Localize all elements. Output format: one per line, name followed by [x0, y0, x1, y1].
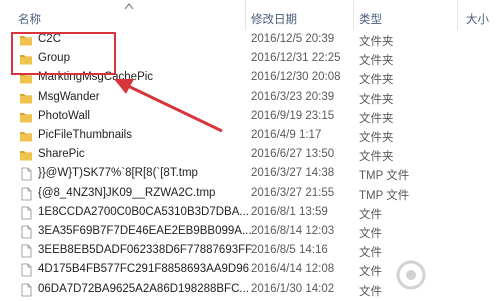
- file-icon: [19, 187, 33, 201]
- file-row[interactable]: MsgWander 2016/3/23 20:39 文件夹: [0, 88, 500, 108]
- folder-icon: [19, 148, 33, 162]
- file-icon: [19, 167, 33, 181]
- file-row[interactable]: }}@W}T)SK77%`8[R[8(`[8T.tmp 2016/3/27 14:…: [0, 164, 500, 184]
- file-icon: [19, 225, 33, 239]
- folder-icon: [19, 110, 33, 124]
- file-row[interactable]: 3EA35F69B7F7DE46EAE2EB9BB099A... 2016/8/1…: [0, 222, 500, 242]
- file-name: Group: [38, 52, 70, 65]
- column-header-type[interactable]: 类型: [359, 11, 382, 27]
- file-name: 3EA35F69B7F7DE46EAE2EB9BB099A...: [38, 225, 252, 237]
- file-row[interactable]: 4D175B4FB577FC291F8858693AA9D96 2016/4/14…: [0, 260, 500, 280]
- column-divider[interactable]: [457, 0, 458, 30]
- column-header-bar: 名称 修改日期 类型 大小: [0, 0, 500, 30]
- file-date: 2016/8/5 14:16: [251, 244, 328, 257]
- file-date: 2016/12/30 20:08: [251, 71, 341, 84]
- folder-icon: [19, 52, 33, 66]
- file-type: 文件夹: [359, 112, 394, 125]
- file-row[interactable]: C2C 2016/12/5 20:39 文件夹: [0, 30, 500, 50]
- column-header-name[interactable]: 名称: [18, 11, 41, 27]
- file-type: 文件夹: [359, 74, 394, 87]
- column-header-date[interactable]: 修改日期: [251, 11, 297, 27]
- file-date: 2016/12/5 20:39: [251, 33, 335, 45]
- column-header-size[interactable]: 大小: [466, 11, 489, 27]
- file-name: 1E8CCDA2700C0B0CA5310B3D7DBA...: [38, 205, 249, 218]
- file-name: SharePic: [38, 148, 85, 161]
- file-icon: [19, 206, 33, 220]
- file-name: 06DA7D72BA9625A2A86D198288BFC...: [38, 282, 249, 295]
- file-name: C2C: [38, 33, 62, 45]
- file-icon: [19, 283, 33, 297]
- file-row[interactable]: SharePic 2016/6/27 13:50 文件夹: [0, 145, 500, 165]
- file-row[interactable]: PhotoWall 2016/9/19 23:15 文件夹: [0, 107, 500, 127]
- file-type: 文件夹: [359, 93, 394, 106]
- folder-icon: [19, 91, 33, 105]
- file-date: 2016/4/14 12:08: [251, 263, 335, 276]
- file-date: 2016/8/14 12:03: [251, 225, 335, 237]
- file-type: 文件: [359, 247, 382, 260]
- file-name: 4D175B4FB577FC291F8858693AA9D96: [38, 263, 249, 276]
- file-type: TMP 文件: [359, 189, 410, 202]
- file-type: 文件: [359, 228, 382, 240]
- file-name: MsgWander: [38, 90, 100, 103]
- folder-icon: [19, 129, 33, 143]
- file-icon: [19, 263, 33, 277]
- file-date: 2016/6/27 13:50: [251, 148, 335, 161]
- file-type: 文件夹: [359, 36, 394, 48]
- file-name: 3EEB8EB5DADF062338D6F77887693FF: [38, 244, 253, 257]
- file-date: 2016/3/27 21:55: [251, 186, 335, 199]
- chevron-up-icon[interactable]: [124, 1, 134, 13]
- file-type: TMP 文件: [359, 170, 410, 183]
- file-type: 文件夹: [359, 132, 394, 144]
- file-type: 文件: [359, 208, 382, 221]
- file-type: 文件夹: [359, 151, 394, 164]
- file-row[interactable]: 1E8CCDA2700C0B0CA5310B3D7DBA... 2016/8/1 …: [0, 203, 500, 223]
- file-row[interactable]: 3EEB8EB5DADF062338D6F77887693FF 2016/8/5 …: [0, 241, 500, 261]
- file-date: 2016/9/19 23:15: [251, 109, 335, 122]
- file-row[interactable]: MarktingMsgCachePic 2016/12/30 20:08 文件夹: [0, 68, 500, 88]
- file-date: 2016/3/27 14:38: [251, 167, 335, 180]
- file-date: 2016/12/31 22:25: [251, 52, 341, 65]
- file-date: 2016/3/23 20:39: [251, 90, 335, 103]
- file-type: 文件夹: [359, 55, 394, 68]
- column-divider[interactable]: [353, 0, 354, 30]
- file-name: PicFileThumbnails: [38, 129, 132, 141]
- file-name: MarktingMsgCachePic: [38, 71, 154, 84]
- file-date: 2016/8/1 13:59: [251, 205, 328, 218]
- file-name: {@8_4NZ3N]JK09__RZWA2C.tmp: [38, 186, 216, 199]
- column-divider[interactable]: [245, 0, 246, 30]
- file-type: 文件: [359, 266, 382, 279]
- folder-icon: [19, 71, 33, 85]
- file-date: 2016/1/30 14:02: [251, 282, 335, 295]
- file-date: 2016/4/9 1:17: [251, 129, 322, 141]
- file-type: 文件: [359, 285, 382, 298]
- file-row[interactable]: Group 2016/12/31 22:25 文件夹: [0, 49, 500, 69]
- file-name: }}@W}T)SK77%`8[R[8(`[8T.tmp: [38, 167, 198, 180]
- file-row[interactable]: PicFileThumbnails 2016/4/9 1:17 文件夹: [0, 126, 500, 146]
- file-row[interactable]: {@8_4NZ3N]JK09__RZWA2C.tmp 2016/3/27 21:5…: [0, 184, 500, 204]
- file-icon: [19, 244, 33, 258]
- file-row[interactable]: 06DA7D72BA9625A2A86D198288BFC... 2016/1/3…: [0, 280, 500, 300]
- folder-icon: [19, 33, 33, 47]
- file-name: PhotoWall: [38, 109, 90, 122]
